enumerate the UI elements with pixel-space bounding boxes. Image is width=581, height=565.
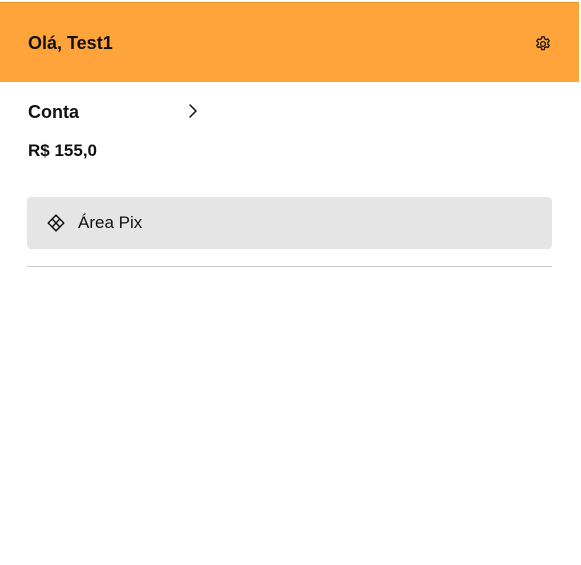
chevron-right-icon	[189, 104, 197, 118]
app-screen: Olá, Test1 Conta R$ 155,0 Área Pix	[0, 0, 581, 565]
divider	[27, 266, 552, 267]
header-bar: Olá, Test1	[0, 2, 579, 82]
pix-area-button[interactable]: Área Pix	[27, 197, 552, 249]
gear-icon	[536, 36, 550, 51]
account-link[interactable]: Conta	[28, 99, 200, 125]
settings-button[interactable]	[532, 33, 554, 55]
pix-area-label: Área Pix	[78, 213, 143, 232]
account-balance: R$ 155,0	[28, 141, 97, 160]
pix-icon	[47, 214, 65, 232]
greeting-title: Olá, Test1	[28, 33, 113, 53]
account-label: Conta	[28, 102, 79, 122]
